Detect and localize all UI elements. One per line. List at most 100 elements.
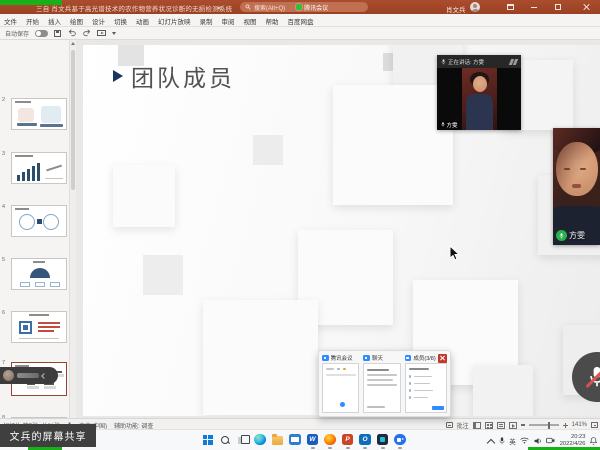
zoom-in-icon[interactable]: [563, 423, 568, 428]
tab-view[interactable]: 视图: [244, 16, 257, 26]
ribbon-tab-row: 文件 开始 插入 绘图 设计 切换 动画 幻灯片放映 录制 审阅 视图 帮助 百…: [0, 14, 600, 27]
minimize-button[interactable]: [526, 0, 542, 14]
taskbar-icon-task-view[interactable]: [236, 433, 249, 446]
tab-help[interactable]: 帮助: [266, 16, 279, 26]
slide-thumbnail-3[interactable]: [11, 152, 67, 184]
slide-thumbnail-2[interactable]: [11, 98, 67, 130]
taskbar-icon-mail[interactable]: [289, 433, 302, 446]
quick-access-toolbar: 自动保存: [0, 27, 600, 40]
camera-icon[interactable]: [546, 437, 555, 444]
notes-icon[interactable]: [446, 422, 453, 428]
slide-sorter-view-icon[interactable]: [485, 422, 493, 429]
tencent-meeting-icon: [322, 355, 329, 362]
slideshow-from-start-icon[interactable]: [97, 30, 106, 37]
tab-animations[interactable]: 动画: [136, 16, 149, 26]
undo-icon[interactable]: [67, 29, 76, 38]
preview-members[interactable]: 成员(3/8): [405, 353, 447, 414]
volume-icon[interactable]: [534, 437, 542, 445]
search-input[interactable]: 搜索(Alt+Q) 腾讯会议: [240, 2, 368, 12]
tencent-meeting-indicator-chip[interactable]: 腾讯会议: [296, 3, 328, 12]
panel-scrollbar[interactable]: [69, 40, 76, 418]
title-bullet-triangle-icon: [113, 70, 123, 82]
tab-baidu-netdisk[interactable]: 百度网盘: [288, 16, 314, 26]
zoom-slider-thumb[interactable]: [548, 422, 551, 429]
slide-thumbnail-6[interactable]: [11, 311, 67, 343]
normal-view-icon[interactable]: [473, 422, 481, 429]
mail-icon: [289, 434, 301, 446]
save-icon[interactable]: [54, 30, 61, 37]
tray-mic-icon[interactable]: [499, 437, 505, 445]
close-icon: [582, 3, 590, 11]
collapse-icon[interactable]: [510, 59, 517, 65]
preview-thumbnail[interactable]: [363, 363, 400, 413]
chevron-left-icon[interactable]: [41, 373, 47, 379]
floating-notification-pill[interactable]: [0, 367, 58, 384]
taskbar-icon-start[interactable]: [201, 433, 214, 446]
share-border-top: [0, 0, 62, 5]
tab-review[interactable]: 审阅: [222, 16, 235, 26]
powerpoint-icon: P: [342, 434, 354, 446]
taskbar-icon-tencent-meeting[interactable]: [394, 433, 407, 446]
preview-thumbnail[interactable]: [322, 363, 359, 413]
account-avatar[interactable]: [470, 2, 480, 12]
slide-number: 2: [2, 97, 5, 103]
tab-file[interactable]: 文件: [4, 16, 17, 26]
tab-record[interactable]: 录制: [200, 16, 213, 26]
autosave-toggle[interactable]: [35, 30, 48, 37]
meeting-speaker-panel[interactable]: 正在讲话: 方雯 方雯: [437, 55, 521, 130]
taskbar-icon-firefox[interactable]: [324, 433, 337, 446]
taskbar-icon-word[interactable]: W: [306, 433, 319, 446]
reading-view-icon[interactable]: [497, 422, 505, 429]
input-method-indicator[interactable]: 英: [509, 436, 516, 446]
close-preview-button[interactable]: [438, 354, 447, 363]
taskbar-icon-powerpoint[interactable]: P: [341, 433, 354, 446]
slideshow-view-icon[interactable]: [509, 422, 517, 429]
maximize-button[interactable]: [550, 0, 566, 14]
windows-logo-icon: [203, 435, 213, 445]
tab-design[interactable]: 设计: [92, 16, 105, 26]
tab-draw[interactable]: 绘图: [70, 16, 83, 26]
participant-video[interactable]: 方雯: [553, 128, 600, 245]
notification-bell-icon[interactable]: [590, 437, 597, 445]
zoom-slider[interactable]: [529, 424, 559, 425]
pill-avatar: [3, 370, 14, 381]
tab-insert[interactable]: 插入: [48, 16, 61, 26]
tab-home[interactable]: 开始: [26, 16, 39, 26]
speaker-video-thumbnail[interactable]: 方雯: [437, 68, 521, 130]
scroll-up-icon[interactable]: [71, 42, 75, 45]
fit-slide-icon[interactable]: [591, 422, 598, 428]
mic-icon: [441, 122, 445, 127]
speaking-header: 正在讲话: 方雯: [437, 55, 521, 68]
wifi-icon[interactable]: [520, 437, 529, 444]
qat-dropdown-icon[interactable]: [112, 32, 116, 35]
slide-thumbnail-4[interactable]: [11, 205, 67, 237]
preview-thumbnail[interactable]: [405, 363, 447, 413]
ppt-title-bar: 三自 肖文兵基于高光谱技术的农作物营养状况诊断的无损检测系统 搜索(Alt+Q)…: [0, 0, 600, 14]
zoom-level[interactable]: 141%: [572, 422, 587, 428]
tab-slideshow[interactable]: 幻灯片放映: [158, 16, 191, 26]
ribbon-display-options-button[interactable]: [502, 0, 518, 14]
scrollbar-thumb[interactable]: [71, 50, 75, 190]
redo-icon[interactable]: [82, 29, 91, 38]
tray-expand-icon[interactable]: [488, 438, 494, 444]
zoom-out-icon[interactable]: [521, 424, 525, 425]
taskbar-icon-search[interactable]: [219, 433, 232, 446]
slide-title-block[interactable]: 团队成员: [113, 59, 235, 93]
account-name[interactable]: 肖文兵: [446, 4, 466, 14]
mic-icon: [441, 59, 446, 65]
close-button[interactable]: [578, 0, 594, 14]
tab-transitions[interactable]: 切换: [114, 16, 127, 26]
taskbar-clock[interactable]: 20:23 2022/4/26: [560, 434, 586, 448]
tencent-meeting-icon: [394, 434, 406, 446]
preview-chat[interactable]: 聊天: [363, 353, 400, 414]
taskbar-icon-edge[interactable]: [254, 433, 267, 446]
screen: 三自 肖文兵基于高光谱技术的农作物营养状况诊断的无损检测系统 搜索(Alt+Q)…: [0, 0, 600, 450]
maximize-icon: [555, 4, 561, 10]
slide-thumbnail-5[interactable]: [11, 258, 67, 290]
slide-number: 4: [2, 204, 5, 210]
taskbar-icon-media-app[interactable]: [376, 433, 389, 446]
taskbar-icon-file-explorer[interactable]: [271, 433, 284, 446]
preview-tencent-meeting[interactable]: 腾讯会议: [322, 353, 359, 414]
taskbar-icon-outlook[interactable]: O: [359, 433, 372, 446]
screen-share-banner[interactable]: 文兵的屏幕共享: [0, 424, 96, 447]
